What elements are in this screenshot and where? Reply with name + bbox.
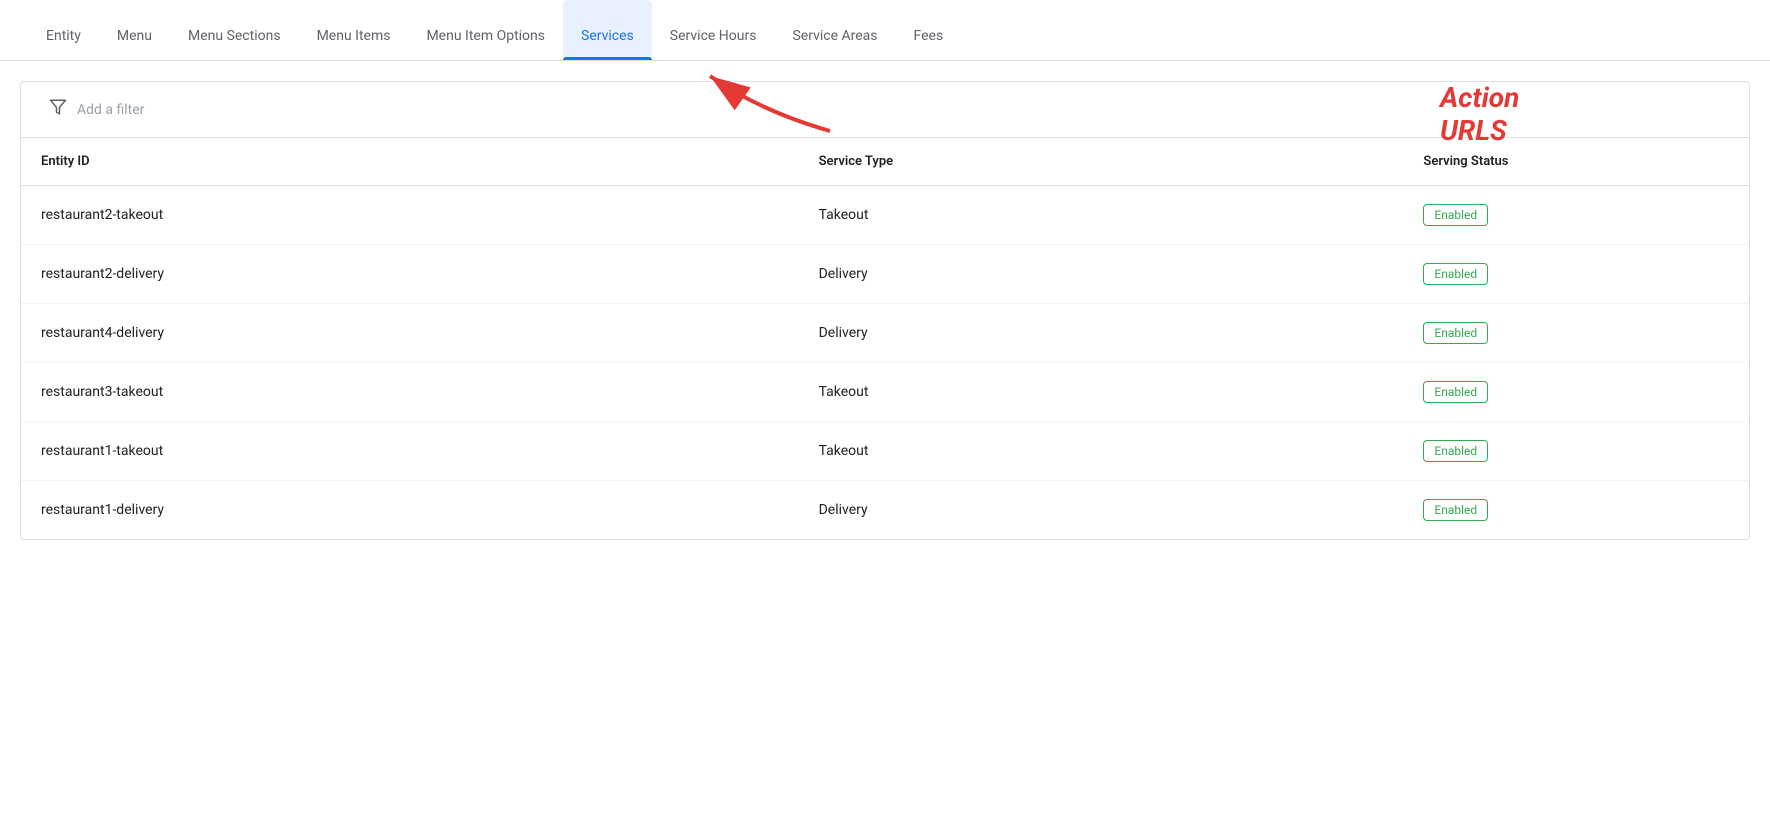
status-badge: Enabled [1423, 499, 1488, 521]
cell-entity-id: restaurant3-takeout [21, 363, 799, 422]
cell-service-type: Delivery [799, 304, 1404, 363]
tab-menu-item-options[interactable]: Menu Item Options [408, 0, 563, 60]
cell-service-type: Takeout [799, 422, 1404, 481]
data-table-container: Entity ID Service Type Serving Status re… [20, 138, 1750, 540]
cell-serving-status: Enabled [1403, 422, 1749, 481]
cell-serving-status: Enabled [1403, 245, 1749, 304]
table-row: restaurant2-takeoutTakeout Enabled [21, 186, 1749, 245]
cell-entity-id: restaurant1-takeout [21, 422, 799, 481]
cell-service-type: Delivery [799, 245, 1404, 304]
cell-entity-id: restaurant1-delivery [21, 481, 799, 540]
tab-services[interactable]: Services [563, 0, 652, 60]
cell-serving-status: Enabled [1403, 186, 1749, 245]
tab-service-hours[interactable]: Service Hours [652, 0, 775, 60]
tab-service-areas[interactable]: Service Areas [774, 0, 895, 60]
cell-serving-status: Enabled [1403, 363, 1749, 422]
status-badge: Enabled [1423, 263, 1488, 285]
tab-fees[interactable]: Fees [896, 0, 962, 60]
filter-placeholder[interactable]: Add a filter [77, 102, 144, 118]
table-row: restaurant2-deliveryDelivery Enabled [21, 245, 1749, 304]
table-row: restaurant1-takeoutTakeout Enabled [21, 422, 1749, 481]
cell-service-type: Takeout [799, 363, 1404, 422]
column-header-service-type: Service Type [799, 138, 1404, 186]
tab-menu-items[interactable]: Menu Items [299, 0, 409, 60]
cell-entity-id: restaurant2-takeout [21, 186, 799, 245]
tab-menu-sections[interactable]: Menu Sections [170, 0, 299, 60]
cell-serving-status: Enabled [1403, 304, 1749, 363]
tab-entity[interactable]: Entity [28, 0, 99, 60]
status-badge: Enabled [1423, 204, 1488, 226]
tab-menu[interactable]: Menu [99, 0, 170, 60]
status-badge: Enabled [1423, 440, 1488, 462]
cell-service-type: Delivery [799, 481, 1404, 540]
cell-entity-id: restaurant4-delivery [21, 304, 799, 363]
tab-navigation: Entity Menu Menu Sections Menu Items Men… [0, 0, 1770, 61]
services-table: Entity ID Service Type Serving Status re… [21, 138, 1749, 539]
column-header-serving-status: Serving Status [1403, 138, 1749, 186]
filter-bar: Add a filter [20, 81, 1750, 138]
column-header-entity-id: Entity ID [21, 138, 799, 186]
filter-icon [49, 98, 67, 121]
table-row: restaurant4-deliveryDelivery Enabled [21, 304, 1749, 363]
status-badge: Enabled [1423, 322, 1488, 344]
table-row: restaurant3-takeoutTakeout Enabled [21, 363, 1749, 422]
table-row: restaurant1-deliveryDelivery Enabled [21, 481, 1749, 540]
cell-entity-id: restaurant2-delivery [21, 245, 799, 304]
table-header-row: Entity ID Service Type Serving Status [21, 138, 1749, 186]
cell-service-type: Takeout [799, 186, 1404, 245]
status-badge: Enabled [1423, 381, 1488, 403]
cell-serving-status: Enabled [1403, 481, 1749, 540]
